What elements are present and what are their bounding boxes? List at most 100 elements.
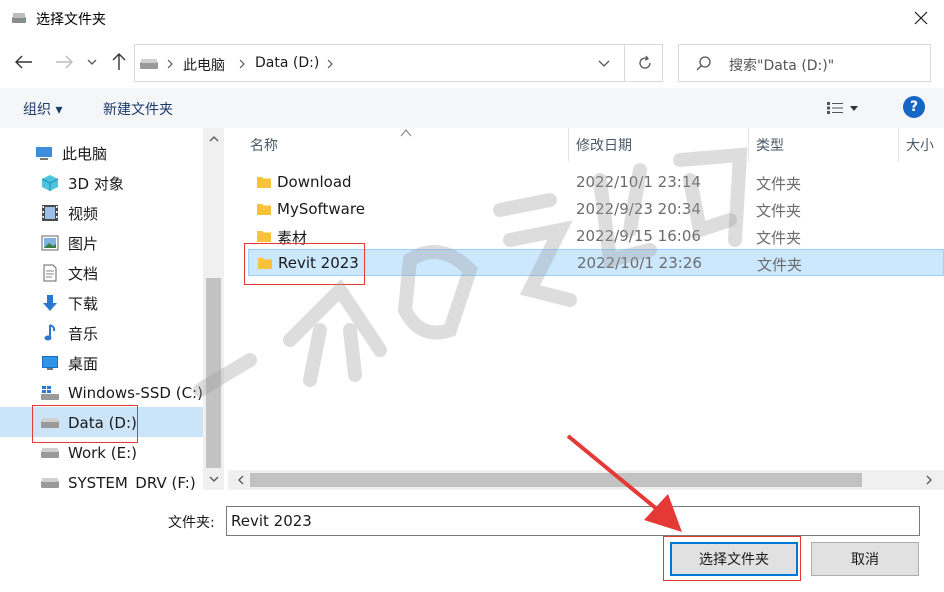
file-date: 2022/9/15 16:06	[576, 227, 701, 245]
nav-item-label: 文档	[68, 264, 99, 283]
close-button[interactable]	[898, 0, 944, 36]
breadcrumb-this-pc[interactable]: 此电脑	[183, 55, 225, 75]
app-drive-icon	[12, 13, 26, 23]
scroll-left-button[interactable]	[230, 471, 251, 489]
nav-item-music[interactable]: 音乐	[40, 319, 98, 347]
nav-item-label: 此电脑	[62, 144, 108, 163]
nav-item-label: 3D 对象	[68, 174, 124, 193]
recent-locations-button[interactable]	[82, 50, 102, 74]
nav-item-label: 音乐	[68, 324, 99, 343]
file-type: 文件夹	[756, 175, 802, 193]
folder-icon	[257, 204, 271, 215]
download-arrow-icon	[40, 293, 60, 313]
nav-item-this-pc[interactable]: 此电脑	[34, 139, 107, 167]
horizontal-scrollbar-thumb[interactable]	[250, 473, 862, 487]
nav-item-downloads[interactable]: 下载	[40, 289, 98, 317]
caret-down-icon	[850, 105, 858, 111]
folder-field-label: 文件夹:	[168, 515, 215, 531]
drive-icon	[40, 473, 60, 490]
chevron-down-icon	[87, 59, 97, 65]
nav-item-label: Work (E:)	[68, 444, 137, 462]
nav-item-documents[interactable]: 文档	[40, 259, 98, 287]
nav-item-3d-objects[interactable]: 3D 对象	[40, 169, 124, 197]
file-date: 2022/10/1 23:14	[576, 173, 701, 191]
column-divider[interactable]	[898, 128, 899, 162]
forward-button[interactable]	[52, 50, 76, 74]
column-header-size[interactable]: 大小	[906, 128, 934, 162]
up-button[interactable]	[107, 50, 131, 74]
nav-item-label: Windows-SSD (C:)	[68, 384, 203, 402]
picture-icon	[40, 233, 60, 253]
windows-drive-icon	[40, 383, 60, 403]
document-icon	[40, 263, 60, 283]
music-note-icon	[40, 323, 60, 343]
search-box[interactable]: 搜索"Data (D:)"	[678, 44, 931, 82]
column-header-date[interactable]: 修改日期	[576, 128, 632, 162]
arrow-left-icon	[15, 55, 32, 69]
column-divider[interactable]	[568, 128, 569, 162]
nav-item-system-drv-f[interactable]: SYSTEM_DRV (F:)	[40, 469, 196, 490]
breadcrumb-data-drive[interactable]: Data (D:)	[255, 55, 319, 71]
chevron-right-icon	[327, 59, 333, 69]
chevron-right-icon	[926, 475, 932, 485]
nav-item-label: 下载	[68, 294, 99, 313]
column-header-name[interactable]: 名称	[250, 128, 278, 162]
chevron-right-icon	[239, 59, 245, 69]
video-icon	[40, 203, 60, 223]
file-row[interactable]: Download 2022/10/1 23:14 文件夹	[248, 169, 944, 196]
folder-icon	[257, 177, 271, 188]
title-bar: 选择文件夹	[0, 0, 944, 36]
breadcrumb-separator[interactable]	[163, 55, 177, 73]
folder-name-input[interactable]	[226, 506, 920, 536]
scroll-down-button[interactable]	[203, 470, 224, 488]
search-input[interactable]: 搜索"Data (D:)"	[729, 55, 834, 75]
cube-3d-icon	[40, 173, 60, 193]
arrow-right-icon	[56, 55, 73, 69]
nav-item-videos[interactable]: 视频	[40, 199, 98, 227]
drive-icon	[40, 443, 60, 463]
nav-item-label: SYSTEM_DRV (F:)	[68, 474, 196, 490]
window-title: 选择文件夹	[36, 12, 106, 28]
chevron-left-icon	[237, 475, 243, 485]
scroll-right-button[interactable]	[918, 471, 939, 489]
sort-ascending-icon	[400, 129, 412, 137]
refresh-button[interactable]	[624, 45, 664, 81]
command-toolbar: 组织 ▾ 新建文件夹 ?	[0, 88, 944, 128]
chevron-up-icon	[209, 136, 218, 142]
details-view-icon	[827, 102, 843, 114]
view-options-button[interactable]	[826, 98, 870, 118]
cancel-button[interactable]: 取消	[811, 542, 919, 576]
nav-item-windows-ssd-c[interactable]: Windows-SSD (C:)	[40, 379, 203, 407]
scroll-up-button[interactable]	[203, 130, 224, 148]
file-type: 文件夹	[756, 202, 802, 220]
nav-item-work-e[interactable]: Work (E:)	[40, 439, 137, 467]
file-type: 文件夹	[756, 229, 802, 247]
nav-item-desktop[interactable]: 桌面	[40, 349, 98, 377]
file-row[interactable]: MySoftware 2022/9/23 20:34 文件夹	[248, 196, 944, 223]
breadcrumb-separator[interactable]	[323, 55, 337, 73]
nav-item-label: 视频	[68, 204, 99, 223]
file-name: Download	[277, 173, 352, 191]
computer-icon	[34, 143, 54, 163]
column-header-type[interactable]: 类型	[756, 128, 784, 162]
new-folder-button[interactable]: 新建文件夹	[103, 99, 173, 119]
back-button[interactable]	[12, 50, 36, 74]
nav-item-pictures[interactable]: 图片	[40, 229, 98, 257]
nav-item-label: 桌面	[68, 354, 99, 373]
column-divider[interactable]	[748, 128, 749, 162]
horizontal-scrollbar[interactable]	[228, 470, 944, 490]
folder-icon	[257, 231, 271, 242]
nav-scrollbar[interactable]	[203, 128, 224, 490]
help-button[interactable]: ?	[903, 96, 925, 118]
file-type: 文件夹	[757, 256, 803, 274]
address-bar[interactable]: 此电脑 Data (D:)	[134, 44, 663, 82]
file-date: 2022/9/23 20:34	[576, 200, 701, 218]
nav-item-label: 图片	[68, 234, 99, 253]
address-dropdown-button[interactable]	[593, 53, 615, 73]
nav-scrollbar-thumb[interactable]	[206, 278, 221, 468]
organize-button[interactable]: 组织 ▾	[23, 99, 62, 119]
annotation-box-select-button	[663, 536, 801, 581]
drive-icon	[140, 59, 158, 69]
breadcrumb-separator[interactable]	[235, 55, 249, 73]
chevron-right-icon	[167, 59, 173, 69]
